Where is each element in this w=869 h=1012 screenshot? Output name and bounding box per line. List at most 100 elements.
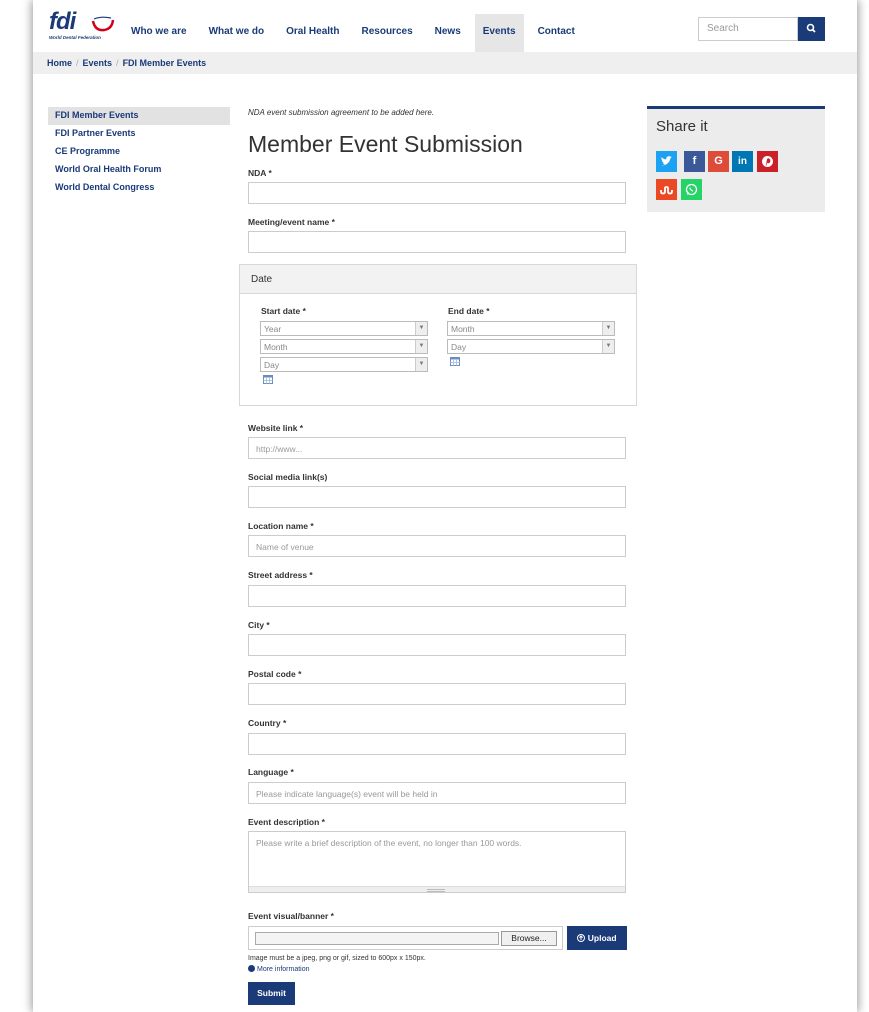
linkedin-share-button[interactable]: in (732, 151, 753, 172)
location-label: Location name * (248, 521, 314, 531)
sidebar-nav: FDI Member Events FDI Partner Events CE … (48, 107, 230, 197)
location-field[interactable]: Name of venue (248, 535, 626, 557)
search-button[interactable] (798, 17, 825, 41)
country-field[interactable] (248, 733, 626, 755)
whatsapp-icon (685, 183, 698, 196)
linkedin-icon: in (738, 156, 747, 167)
social-field[interactable] (248, 486, 626, 508)
end-day-select[interactable]: Day ▼ (447, 339, 615, 354)
description-textarea[interactable]: Please write a brief description of the … (248, 831, 626, 893)
submit-button[interactable]: Submit (248, 982, 295, 1005)
breadcrumb-separator: / (76, 58, 79, 68)
language-label: Language * (248, 767, 294, 777)
facebook-share-button[interactable]: f (684, 151, 705, 172)
browse-button[interactable]: Browse... (501, 931, 557, 946)
chevron-down-icon: ▼ (415, 358, 427, 371)
nda-field[interactable] (248, 182, 626, 204)
upload-button[interactable]: Upload (567, 926, 627, 950)
logo-tagline: World Dental Federation (49, 35, 101, 40)
start-day-value: Day (264, 360, 280, 370)
start-year-select[interactable]: Year ▼ (260, 321, 428, 336)
nav-news[interactable]: News (427, 14, 469, 52)
start-month-value: Month (264, 342, 288, 352)
pinterest-icon (762, 156, 773, 167)
breadcrumb-current[interactable]: FDI Member Events (123, 58, 207, 68)
page-frame: fdi World Dental Federation Who we are W… (33, 0, 857, 1012)
logo-text: fdi (49, 8, 76, 35)
nav-oral-health[interactable]: Oral Health (278, 14, 347, 52)
date-section-header: Date (240, 265, 636, 294)
sidebar-item-fdi-partner-events[interactable]: FDI Partner Events (48, 125, 230, 143)
google-share-button[interactable]: G (708, 151, 729, 172)
end-month-value: Month (451, 324, 475, 334)
search-input[interactable]: Search (698, 17, 798, 41)
description-label: Event description * (248, 817, 325, 827)
main-nav: Who we are What we do Oral Health Resour… (123, 14, 589, 52)
upload-icon (577, 934, 586, 942)
chevron-down-icon: ▼ (602, 340, 614, 353)
breadcrumb: Home / Events / FDI Member Events (47, 58, 206, 68)
top-navbar: fdi World Dental Federation Who we are W… (33, 0, 857, 52)
more-information-label: More information (257, 966, 310, 973)
breadcrumb-events[interactable]: Events (83, 58, 113, 68)
pinterest-share-button[interactable] (757, 151, 778, 172)
stumbleupon-share-button[interactable] (656, 179, 677, 200)
share-panel: Share it f G in (647, 106, 825, 212)
end-month-select[interactable]: Month ▼ (447, 321, 615, 336)
website-field[interactable]: http://www... (248, 437, 626, 459)
start-date-label: Start date * (261, 306, 306, 316)
country-label: Country * (248, 718, 287, 728)
language-field[interactable]: Please indicate language(s) event will b… (248, 782, 626, 804)
chevron-down-icon: ▼ (415, 322, 427, 335)
stumbleupon-icon (660, 186, 673, 195)
logo-swoosh-icon (91, 16, 115, 32)
breadcrumb-bar: Home / Events / FDI Member Events (33, 52, 857, 74)
nda-note: NDA event submission agreement to be add… (248, 108, 435, 117)
postal-field[interactable] (248, 683, 626, 705)
facebook-icon: f (692, 155, 697, 167)
grip-icon (427, 889, 445, 892)
file-upload-wrapper: Browse... (248, 926, 563, 950)
start-year-value: Year (264, 324, 282, 334)
nav-contact[interactable]: Contact (530, 14, 583, 52)
social-label: Social media link(s) (248, 472, 328, 482)
file-path-field[interactable] (255, 932, 499, 945)
street-field[interactable] (248, 585, 626, 607)
banner-label: Event visual/banner * (248, 911, 334, 921)
calendar-icon[interactable] (263, 375, 273, 384)
end-date-label: End date * (448, 306, 490, 316)
nav-resources[interactable]: Resources (354, 14, 421, 52)
sidebar-item-ce-programme[interactable]: CE Programme (48, 143, 230, 161)
nav-events[interactable]: Events (474, 14, 524, 52)
description-placeholder: Please write a brief description of the … (256, 838, 522, 848)
event-name-field[interactable] (248, 231, 626, 253)
share-title: Share it (656, 118, 708, 135)
nav-who-we-are[interactable]: Who we are (123, 14, 195, 52)
resize-handle[interactable] (249, 886, 625, 892)
question-icon (248, 965, 255, 972)
chevron-down-icon: ▼ (602, 322, 614, 335)
nav-what-we-do[interactable]: What we do (201, 14, 273, 52)
end-day-value: Day (451, 342, 467, 352)
sidebar-item-world-oral-health-forum[interactable]: World Oral Health Forum (48, 161, 230, 179)
twitter-share-button[interactable] (656, 151, 677, 172)
upload-label: Upload (587, 933, 617, 943)
chevron-down-icon: ▼ (415, 340, 427, 353)
start-day-select[interactable]: Day ▼ (260, 357, 428, 372)
more-information-link[interactable]: More information (248, 965, 310, 973)
breadcrumb-separator: / (116, 58, 119, 68)
sidebar-item-fdi-member-events[interactable]: FDI Member Events (48, 107, 230, 125)
calendar-icon[interactable] (450, 357, 460, 366)
city-field[interactable] (248, 634, 626, 656)
whatsapp-share-button[interactable] (681, 179, 702, 200)
breadcrumb-home[interactable]: Home (47, 58, 72, 68)
date-fieldset: Date Start date * Year ▼ Month ▼ Day ▼ End … (239, 264, 637, 406)
website-label: Website link * (248, 423, 304, 433)
start-month-select[interactable]: Month ▼ (260, 339, 428, 354)
sidebar-item-world-dental-congress[interactable]: World Dental Congress (48, 179, 230, 197)
fdi-logo[interactable]: fdi World Dental Federation (49, 8, 129, 42)
google-icon: G (714, 155, 723, 167)
street-label: Street address * (248, 570, 313, 580)
image-help-text: Image must be a jpeg, png or gif, sized … (248, 955, 426, 962)
nda-label: NDA * (248, 168, 272, 178)
